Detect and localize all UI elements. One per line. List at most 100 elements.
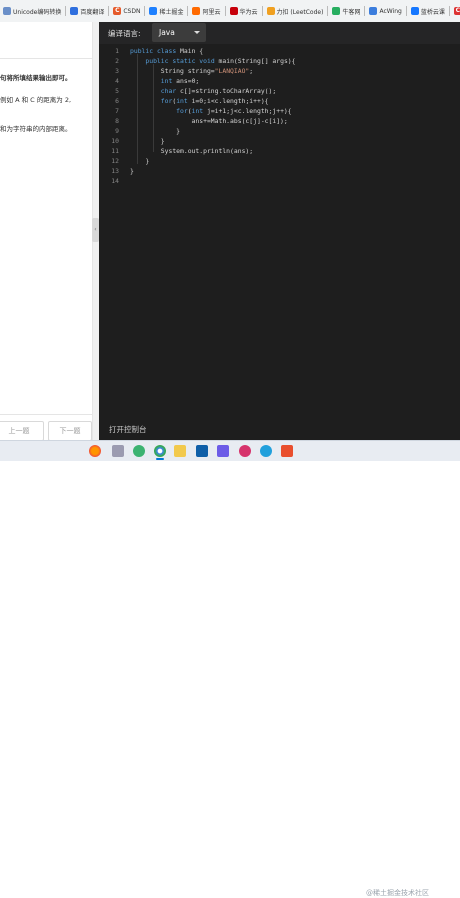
- panel-footer-divider: [0, 414, 92, 415]
- code-text: }: [130, 157, 150, 165]
- bookmark-label: 阿里云: [202, 8, 221, 16]
- indent-guide: [153, 64, 154, 152]
- code-text: for(int j=i+1;j<c.length;j++){: [176, 107, 292, 115]
- ide-icon[interactable]: [217, 445, 229, 457]
- line-number: 11: [111, 147, 119, 155]
- bookmark-label: 百度翻译: [80, 8, 105, 16]
- bookmark-label: 牛客网: [342, 8, 361, 16]
- bookmarks-bar: Unicode编码转换 百度翻译 C CSDN 稀土掘金 阿里云 华为云 力扣 (LeetCo…: [0, 0, 460, 23]
- app-icon[interactable]: [239, 445, 251, 457]
- bookmark-favicon-icon: [266, 7, 275, 15]
- code-line: 13}: [99, 166, 460, 176]
- vscode-icon[interactable]: [196, 445, 208, 457]
- bookmark-favicon-icon: [332, 7, 341, 15]
- bookmark-favicon-icon: [3, 7, 11, 15]
- wechat-icon[interactable]: [133, 445, 145, 457]
- chrome-icon[interactable]: [154, 445, 166, 457]
- bookmark-item[interactable]: 阿里云: [192, 7, 221, 16]
- bookmark-label: 华为云: [239, 8, 258, 16]
- bookmark-item[interactable]: 华为云: [229, 7, 258, 16]
- bookmark-item[interactable]: 稀土掘金: [149, 7, 183, 16]
- editor-toolbar: 编译语言: Java: [99, 22, 460, 44]
- line-number: 13: [111, 167, 119, 175]
- taskbar: @稀土掘金技术社区: [0, 440, 460, 897]
- bookmark-item[interactable]: 百度翻译: [70, 7, 104, 16]
- problem-text-line-2: 例如 A 和 C 的距离为 2,: [0, 96, 72, 104]
- bookmark-item[interactable]: CC语言中文网: [453, 7, 460, 16]
- bookmark-label: CSDN: [123, 7, 141, 15]
- bookmark-favicon-icon: C: [113, 7, 122, 15]
- app-icon[interactable]: [260, 445, 272, 457]
- code-line: 14: [99, 176, 460, 186]
- bookmark-item[interactable]: AcWing: [369, 7, 402, 15]
- panel-divider: [0, 58, 92, 59]
- code-editor[interactable]: 编译语言: Java 1 public class Main { 2 public …: [99, 22, 460, 440]
- bookmark-item[interactable]: C CSDN: [113, 7, 140, 15]
- app-icon[interactable]: [112, 445, 124, 457]
- bookmark-separator: [144, 6, 146, 16]
- bookmark-favicon-icon: [369, 7, 378, 15]
- code-text: System.out.println(ans);: [130, 147, 254, 155]
- bookmark-favicon-icon: [410, 7, 419, 15]
- line-number: 14: [111, 177, 119, 185]
- line-number: 9: [115, 127, 119, 135]
- code-text: public class Main {: [130, 47, 204, 55]
- bookmark-separator: [448, 6, 450, 16]
- bookmark-separator: [108, 6, 110, 16]
- problem-text-line-1: 句将所填结果输出即可。: [0, 74, 72, 82]
- line-number: 7: [115, 107, 119, 115]
- line-number: 5: [115, 87, 119, 95]
- problem-panel: 句将所填结果输出即可。 例如 A 和 C 的距离为 2, 和为字符串的内部距离。…: [0, 22, 92, 440]
- app-icon[interactable]: [281, 445, 293, 457]
- bookmark-favicon-icon: [192, 7, 201, 15]
- line-number: 4: [115, 77, 119, 85]
- problem-text-line-3: 和为字符串的内部距离。: [0, 125, 72, 133]
- code-text: int ans=0;: [160, 77, 200, 85]
- bookmark-separator: [364, 6, 366, 16]
- line-number: 1: [115, 47, 119, 55]
- line-number: 12: [111, 157, 119, 165]
- dropdown-caret-icon: [194, 31, 200, 34]
- folder-icon[interactable]: [174, 445, 186, 457]
- code-text: String string="LANQIAO";: [130, 67, 254, 75]
- bookmark-separator: [405, 6, 407, 16]
- line-number: 8: [115, 117, 119, 125]
- open-console-button[interactable]: 打开控制台: [109, 424, 147, 435]
- bookmark-item[interactable]: 蓝桥云课: [410, 7, 445, 16]
- bookmark-item[interactable]: Unicode编码转换: [3, 7, 61, 16]
- code-line: 1 public class Main {: [99, 46, 460, 56]
- bookmark-separator: [261, 6, 263, 16]
- language-label: 编译语言:: [108, 29, 141, 38]
- collapse-arrow-icon[interactable]: ‹: [92, 218, 99, 242]
- code-text: char c[]=string.toCharArray();: [160, 87, 277, 95]
- next-problem-button[interactable]: 下一题: [48, 421, 92, 440]
- bookmark-label: 蓝桥云课: [420, 8, 445, 16]
- line-number: 3: [115, 67, 119, 75]
- code-text: }: [130, 137, 165, 145]
- bookmark-item[interactable]: 力扣 (LeetCode): [266, 7, 324, 16]
- firefox-icon[interactable]: [89, 445, 101, 457]
- bookmark-separator: [65, 6, 67, 16]
- bookmark-label: 稀土掘金: [159, 8, 184, 16]
- watermark: @稀土掘金技术社区: [366, 889, 429, 897]
- bookmark-label: Unicode编码转换: [13, 8, 62, 16]
- prev-problem-button[interactable]: 上一题: [0, 421, 44, 440]
- line-number: 6: [115, 97, 119, 105]
- bookmark-label: 力扣 (LeetCode): [276, 8, 324, 16]
- bookmark-separator: [187, 6, 189, 16]
- line-number: 10: [111, 137, 119, 145]
- language-select[interactable]: Java: [152, 23, 206, 42]
- code-text: public static void main(String[] args){: [145, 57, 296, 65]
- bookmark-favicon-icon: [149, 7, 158, 15]
- code-text: }: [130, 167, 134, 175]
- language-value: Java: [159, 28, 175, 37]
- bookmark-item[interactable]: 牛客网: [332, 7, 360, 16]
- bookmark-favicon-icon: C: [453, 7, 460, 15]
- line-number: 2: [115, 57, 119, 65]
- bookmark-label: AcWing: [379, 7, 402, 15]
- indent-guide: [137, 54, 138, 164]
- bookmark-separator: [327, 6, 329, 16]
- bookmark-favicon-icon: [229, 7, 238, 15]
- code-text: for(int i=0;i<c.length;i++){: [160, 97, 269, 105]
- bookmark-separator: [224, 6, 226, 16]
